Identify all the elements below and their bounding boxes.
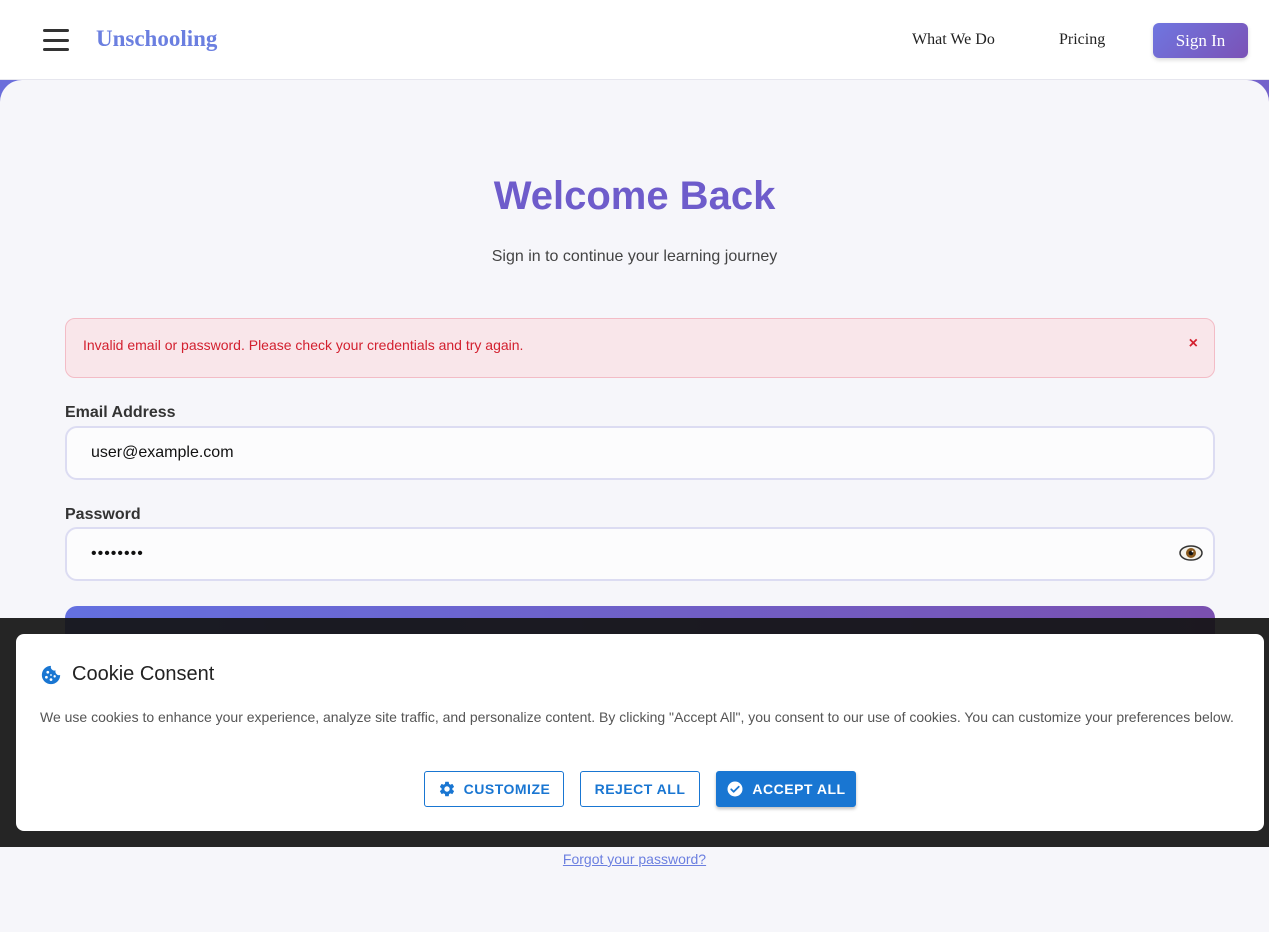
nav-what-we-do[interactable]: What We Do <box>912 31 995 49</box>
password-label: Password <box>65 506 141 523</box>
menu-icon[interactable] <box>43 29 69 51</box>
page-title: Welcome Back <box>493 174 776 218</box>
page-subtitle: Sign in to continue your learning journe… <box>491 248 778 265</box>
customize-label: CUSTOMIZE <box>463 781 551 797</box>
brand-logo[interactable]: Unschooling <box>96 26 217 52</box>
forgot-password-link[interactable]: Forgot your password? <box>563 851 706 867</box>
reject-label: REJECT ALL <box>594 781 686 797</box>
close-icon[interactable]: × <box>1189 335 1198 353</box>
reject-all-button[interactable]: REJECT ALL <box>580 771 700 807</box>
password-field[interactable] <box>65 527 1215 581</box>
nav-pricing[interactable]: Pricing <box>1059 31 1105 49</box>
cookie-dialog: Cookie Consent We use cookies to enhance… <box>16 634 1264 831</box>
top-navbar: Unschooling What We Do Pricing Sign In <box>0 0 1269 80</box>
email-label: Email Address <box>65 404 176 421</box>
error-message: Invalid email or password. Please check … <box>83 337 524 353</box>
email-field[interactable] <box>65 426 1215 480</box>
accept-all-button[interactable]: ACCEPT ALL <box>716 771 856 807</box>
customize-button[interactable]: CUSTOMIZE <box>424 771 564 807</box>
header-signin-button[interactable]: Sign In <box>1153 23 1248 58</box>
eye-icon[interactable] <box>1179 543 1203 563</box>
cookie-overlay: Cookie Consent We use cookies to enhance… <box>0 618 1269 847</box>
cookie-icon <box>41 665 61 685</box>
forgot-password: Forgot your password? <box>0 851 1269 867</box>
accept-label: ACCEPT ALL <box>752 781 846 797</box>
cookie-title: Cookie Consent <box>72 663 215 685</box>
check-circle-icon <box>727 781 743 797</box>
error-alert: Invalid email or password. Please check … <box>65 318 1215 378</box>
cookie-description: We use cookies to enhance your experienc… <box>40 709 1234 725</box>
gear-icon <box>439 781 454 797</box>
